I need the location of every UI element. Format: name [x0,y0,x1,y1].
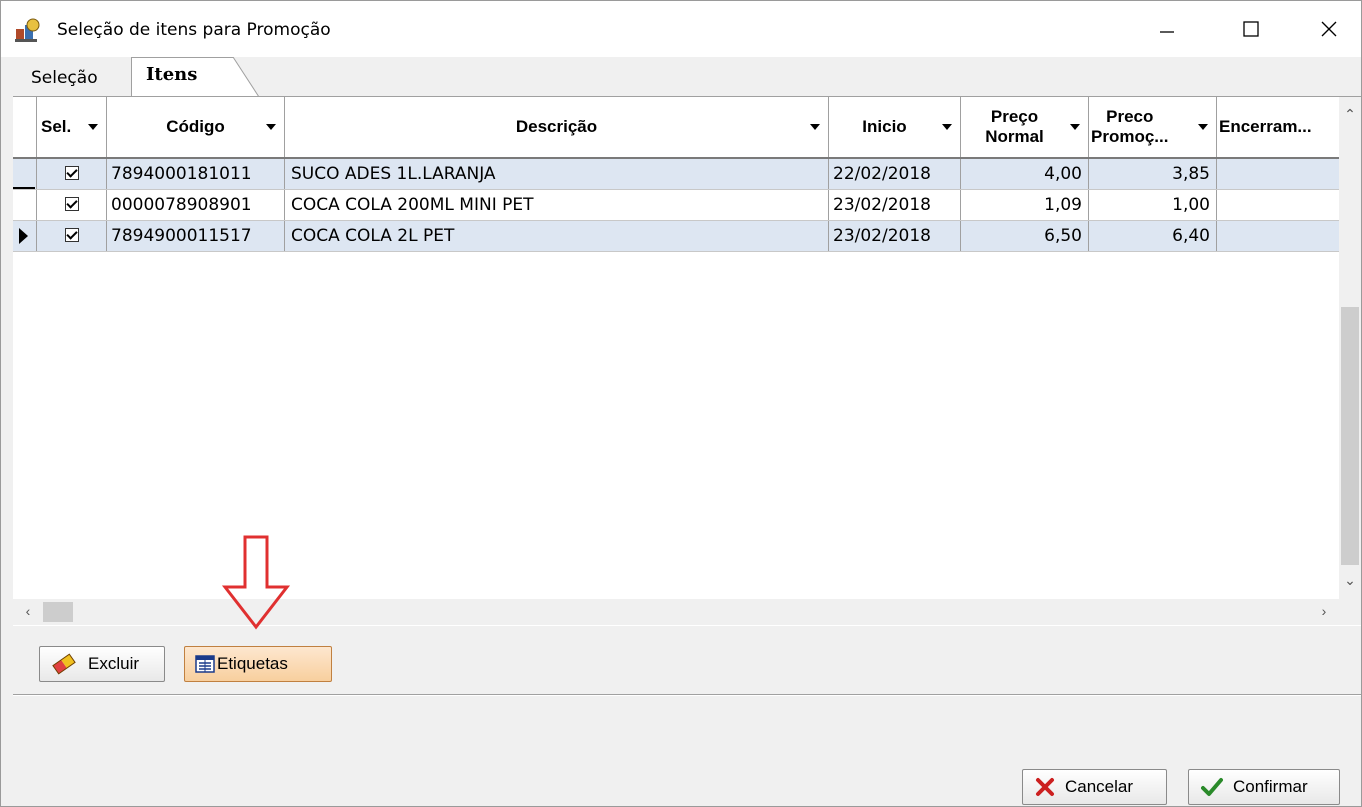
horizontal-scrollbar[interactable]: ‹ › [13,599,1339,625]
app-icon [15,18,40,42]
etiquetas-button[interactable]: Etiquetas [184,646,332,682]
cell-codigo: 7894000181011 [107,159,285,189]
cell-preco-normal: 1,09 [961,190,1089,220]
annotation-arrow-icon [221,535,291,630]
scroll-corner [1339,599,1361,625]
close-icon [1321,21,1337,37]
confirmar-label: Confirmar [1233,777,1308,796]
scroll-left-icon[interactable]: ‹ [17,599,39,625]
header-codigo-label: Código [166,117,225,136]
excluir-button[interactable]: Excluir [39,646,165,682]
tab-selecao[interactable]: Seleção [15,63,114,95]
chevron-down-icon[interactable] [1070,124,1080,130]
cell-preco-promocao: 1,00 [1089,190,1217,220]
cell-inicio: 23/02/2018 [829,190,961,220]
header-preco-normal-line1: Preço [990,107,1039,126]
chevron-down-icon[interactable] [88,124,98,130]
vertical-scroll-thumb[interactable] [1341,307,1359,565]
tab-selecao-label: Seleção [31,68,98,88]
excluir-label: Excluir [88,654,140,673]
header-preco-promocao-line2: Promoç... [1091,127,1169,146]
header-sel[interactable]: Sel. [37,97,107,157]
row-select-cell[interactable] [37,221,107,251]
close-button[interactable] [1293,1,1362,57]
etiquetas-label: Etiquetas [217,654,288,673]
label-sheet-icon [195,655,215,673]
cell-encerramento [1217,190,1335,220]
cell-encerramento [1217,159,1335,189]
header-preco-promocao-line1: Preco [1106,107,1154,126]
header-encerramento[interactable]: Encerram... [1217,97,1335,157]
tab-strip: Seleção Itens [13,57,1361,97]
header-preco-normal[interactable]: Preço Normal [961,97,1089,157]
cancelar-button[interactable]: Cancelar [1022,769,1167,805]
cell-inicio: 23/02/2018 [829,221,961,251]
header-encerramento-label: Encerram... [1219,117,1312,136]
cancelar-label: Cancelar [1065,777,1134,796]
minimize-icon [1160,31,1174,33]
row-indicator [13,221,37,251]
header-inicio-label: Inicio [862,117,907,136]
header-descricao-label: Descrição [515,117,598,136]
grid-header: Sel. Código Descrição Inicio Preço Norma… [13,97,1339,159]
grid-body: 7894000181011 SUCO ADES 1L.LARANJA 22/02… [13,159,1339,252]
minimize-button[interactable] [1131,1,1203,57]
cell-preco-promocao: 6,40 [1089,221,1217,251]
cell-encerramento [1217,221,1335,251]
chevron-down-icon[interactable] [942,124,952,130]
table-row[interactable]: 0000078908901 COCA COLA 200ML MINI PET 2… [13,190,1339,221]
header-descricao[interactable]: Descrição [285,97,829,157]
current-row-arrow-icon [19,228,28,244]
scroll-up-icon[interactable]: ⌃ [1339,103,1361,125]
items-grid: Sel. Código Descrição Inicio Preço Norma… [13,96,1361,626]
confirmar-button[interactable]: Confirmar [1188,769,1340,805]
cell-codigo: 0000078908901 [107,190,285,220]
maximize-button[interactable] [1215,1,1287,57]
cell-preco-promocao: 3,85 [1089,159,1217,189]
chevron-down-icon[interactable] [810,124,820,130]
horizontal-scroll-thumb[interactable] [43,602,73,622]
cell-descricao: COCA COLA 200ML MINI PET [285,190,829,220]
table-row[interactable]: 7894900011517 COCA COLA 2L PET 23/02/201… [13,221,1339,252]
header-indicator [13,97,37,157]
tab-itens-border [131,57,260,97]
header-codigo[interactable]: Código [107,97,285,157]
row-select-checkbox[interactable] [65,228,79,242]
cell-preco-normal: 4,00 [961,159,1089,189]
table-row[interactable]: 7894000181011 SUCO ADES 1L.LARANJA 22/02… [13,159,1339,190]
window-title: Seleção de itens para Promoção [57,20,331,40]
row-indicator [13,159,37,189]
eraser-icon [52,653,76,675]
header-preco-promocao[interactable]: Preco Promoç... [1089,97,1217,157]
scroll-down-icon[interactable]: ⌄ [1339,569,1361,591]
separator [13,694,1361,696]
row-indicator [13,190,37,220]
vertical-scrollbar[interactable]: ⌃ ⌄ [1339,97,1361,599]
scroll-right-icon[interactable]: › [1313,599,1335,625]
title-bar: Seleção de itens para Promoção [1,1,1361,57]
cell-descricao: SUCO ADES 1L.LARANJA [285,159,829,189]
chevron-down-icon[interactable] [1198,124,1208,130]
row-select-checkbox[interactable] [65,197,79,211]
chevron-down-icon[interactable] [266,124,276,130]
cell-codigo: 7894900011517 [107,221,285,251]
maximize-icon [1243,21,1259,37]
header-preco-normal-line2: Normal [985,127,1044,146]
cell-inicio: 22/02/2018 [829,159,961,189]
row-select-cell[interactable] [37,159,107,189]
cell-descricao: COCA COLA 2L PET [285,221,829,251]
row-select-checkbox[interactable] [65,166,79,180]
header-sel-label: Sel. [41,117,72,136]
header-inicio[interactable]: Inicio [829,97,961,157]
promo-selection-window: Seleção de itens para Promoção Seleção I… [0,0,1362,807]
cell-preco-normal: 6,50 [961,221,1089,251]
check-icon [1201,778,1223,796]
x-icon [1036,778,1054,796]
row-select-cell[interactable] [37,190,107,220]
